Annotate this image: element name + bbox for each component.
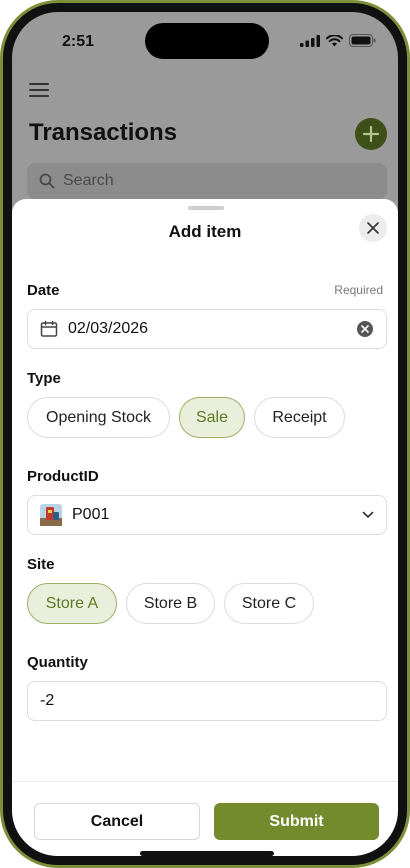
quantity-value: -2 [40,692,55,709]
type-options: Opening Stock Sale Receipt [27,397,345,438]
type-option-receipt[interactable]: Receipt [254,397,345,438]
add-item-sheet: Add item Date Required 02/03/2026 Type O… [12,199,398,856]
quantity-input[interactable]: -2 [27,681,387,721]
page-title: Transactions [29,119,178,146]
phone-frame: 2:51 Transactions Search Add item Date R… [0,0,410,868]
search-input[interactable]: Search [27,163,387,199]
wifi-icon [326,34,343,46]
date-value: 02/03/2026 [68,320,149,337]
hamburger-menu-icon[interactable] [29,83,49,97]
status-icons [300,34,376,47]
search-placeholder: Search [63,172,114,189]
calendar-icon [40,320,58,337]
plus-icon [362,125,380,143]
site-option-store-b[interactable]: Store B [126,583,215,624]
close-button[interactable] [359,214,387,242]
product-label: ProductID [27,468,99,485]
phone-bezel: 2:51 Transactions Search Add item Date R… [3,3,407,865]
required-hint: Required [334,283,383,297]
type-label: Type [27,370,61,387]
chevron-down-icon [362,511,374,518]
status-bar: 2:51 [12,12,398,68]
site-option-store-c[interactable]: Store C [224,583,314,624]
quantity-label: Quantity [27,654,88,671]
product-value: P001 [72,506,110,523]
close-icon [367,222,379,234]
site-option-store-a[interactable]: Store A [27,583,117,624]
cancel-button[interactable]: Cancel [34,803,200,840]
submit-button[interactable]: Submit [214,803,379,840]
type-option-opening-stock[interactable]: Opening Stock [27,397,170,438]
battery-icon [349,34,376,47]
type-option-sale[interactable]: Sale [179,397,245,438]
search-icon [39,173,55,189]
sheet-title: Add item [168,222,242,241]
product-thumbnail-icon [40,504,62,526]
site-options: Store A Store B Store C [27,583,314,624]
screen: 2:51 Transactions Search Add item Date R… [12,12,398,856]
add-transaction-button[interactable] [355,118,387,150]
sheet-grabber[interactable] [188,206,224,210]
dynamic-island [145,23,269,59]
date-field[interactable]: 02/03/2026 [27,309,387,349]
date-label: Date [27,282,60,299]
product-select[interactable]: P001 [27,495,387,535]
status-time: 2:51 [62,33,95,50]
home-indicator[interactable] [140,851,274,856]
site-label: Site [27,556,55,573]
signal-icon [300,34,320,47]
footer-divider [12,781,398,782]
clear-icon[interactable] [356,320,374,338]
